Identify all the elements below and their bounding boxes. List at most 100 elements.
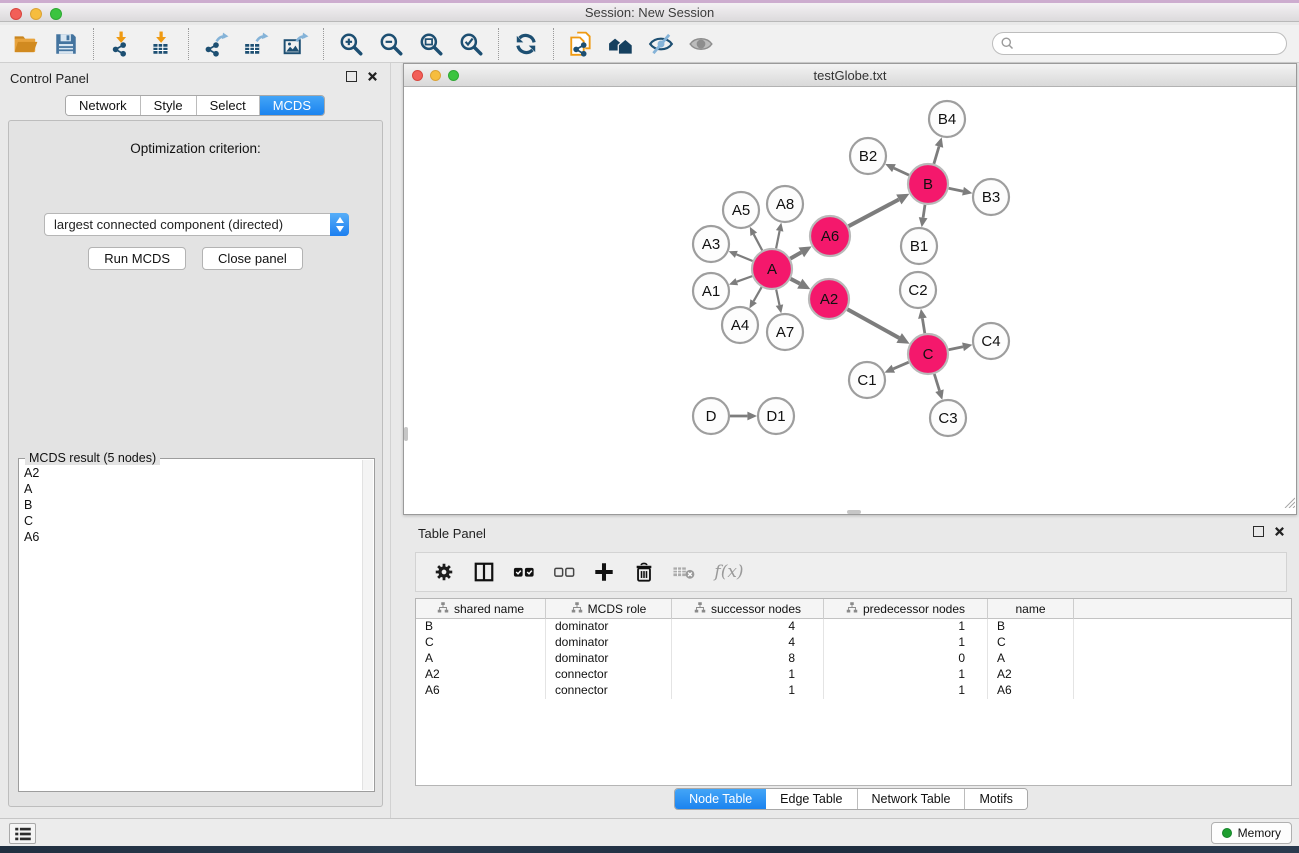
table-cell[interactable]: C <box>416 635 546 651</box>
tab-edge-table[interactable]: Edge Table <box>766 789 857 809</box>
table-row[interactable]: A2connector11A2 <box>416 667 1291 683</box>
table-cell[interactable]: 4 <box>672 635 824 651</box>
graph-edge-B-B4[interactable] <box>934 137 943 164</box>
table-cell[interactable]: 0 <box>824 651 988 667</box>
graph-node-A7[interactable]: A7 <box>767 314 803 350</box>
table-cell[interactable]: B <box>988 619 1074 635</box>
tab-node-table[interactable]: Node Table <box>675 789 766 809</box>
graph-edge-B-B1[interactable] <box>919 205 928 227</box>
graph-edge-C-C4[interactable] <box>949 343 973 352</box>
zoom-fit-icon[interactable] <box>411 28 451 60</box>
table-cell[interactable]: 4 <box>672 619 824 635</box>
table-row[interactable]: Cdominator41C <box>416 635 1291 651</box>
graph-edge-C-C2[interactable] <box>918 309 927 334</box>
table-cell[interactable]: 1 <box>672 667 824 683</box>
graph-node-A1[interactable]: A1 <box>693 273 729 309</box>
graph-edge-A-A8[interactable] <box>776 223 784 249</box>
task-history-button[interactable] <box>9 823 36 844</box>
graph-node-C[interactable]: C <box>908 334 948 374</box>
table-cell[interactable]: dominator <box>546 651 672 667</box>
network-canvas[interactable]: B4B2BB3A5A8A6A3B1AA1C2A2A4A7C4CC1C3DD1 <box>404 87 1296 514</box>
graph-node-A4[interactable]: A4 <box>722 307 758 343</box>
add-column-icon[interactable] <box>586 556 622 588</box>
table-cell[interactable]: connector <box>546 667 672 683</box>
graph-node-A8[interactable]: A8 <box>767 186 803 222</box>
resize-grip-icon[interactable] <box>1282 495 1295 513</box>
graph-edge-C-C3[interactable] <box>934 374 943 400</box>
export-image-icon[interactable] <box>276 28 316 60</box>
column-header-MCDS-role[interactable]: MCDS role <box>546 599 672 619</box>
search-input[interactable] <box>992 32 1287 55</box>
table-cell[interactable]: dominator <box>546 635 672 651</box>
graph-node-A5[interactable]: A5 <box>723 192 759 228</box>
graph-edge-A-A6[interactable] <box>790 246 811 258</box>
table-cell[interactable]: 1 <box>824 635 988 651</box>
column-header-name[interactable]: name <box>988 599 1074 619</box>
tab-style[interactable]: Style <box>141 96 197 115</box>
tab-motifs[interactable]: Motifs <box>965 789 1026 809</box>
graph-edge-A-A7[interactable] <box>776 290 784 314</box>
result-list-item[interactable]: A2 <box>20 465 362 481</box>
graph-node-A6[interactable]: A6 <box>810 216 850 256</box>
delete-column-icon[interactable] <box>626 556 662 588</box>
graph-edge-C-C1[interactable] <box>885 362 909 373</box>
tab-select[interactable]: Select <box>197 96 260 115</box>
graph-node-C1[interactable]: C1 <box>849 362 885 398</box>
table-cell[interactable]: B <box>416 619 546 635</box>
tab-network[interactable]: Network <box>66 96 141 115</box>
open-file-icon[interactable] <box>6 28 46 60</box>
split-panel-icon[interactable] <box>466 556 502 588</box>
export-network-icon[interactable] <box>196 28 236 60</box>
tab-network-table[interactable]: Network Table <box>858 789 966 809</box>
float-table-panel-icon[interactable] <box>1253 526 1264 537</box>
table-cell[interactable]: A6 <box>416 683 546 699</box>
horizontal-scroll-thumb[interactable] <box>847 510 861 514</box>
float-panel-icon[interactable] <box>346 71 357 82</box>
table-cell[interactable]: dominator <box>546 619 672 635</box>
graph-node-A3[interactable]: A3 <box>693 226 729 262</box>
zoom-selected-icon[interactable] <box>451 28 491 60</box>
result-list-item[interactable]: A <box>20 481 362 497</box>
import-table-icon[interactable] <box>141 28 181 60</box>
close-panel-icon[interactable] <box>367 71 378 82</box>
result-list-item[interactable]: B <box>20 497 362 513</box>
show-graphics-icon[interactable] <box>681 28 721 60</box>
table-cell[interactable]: A <box>416 651 546 667</box>
column-header-predecessor-nodes[interactable]: predecessor nodes <box>824 599 988 619</box>
table-cell[interactable]: 1 <box>824 619 988 635</box>
graph-node-A[interactable]: A <box>752 249 792 289</box>
result-list-item[interactable]: A6 <box>20 529 362 545</box>
graph-node-D1[interactable]: D1 <box>758 398 794 434</box>
table-cell[interactable]: 1 <box>672 683 824 699</box>
graph-node-B[interactable]: B <box>908 164 948 204</box>
result-scrollbar[interactable] <box>362 460 373 790</box>
table-cell[interactable]: C <box>988 635 1074 651</box>
copy-network-icon[interactable] <box>561 28 601 60</box>
deselect-all-icon[interactable] <box>546 556 582 588</box>
graph-edge-A-A1[interactable] <box>729 276 752 285</box>
home-icon[interactable] <box>601 28 641 60</box>
graph-node-A2[interactable]: A2 <box>809 279 849 319</box>
column-header-successor-nodes[interactable]: successor nodes <box>672 599 824 619</box>
zoom-in-icon[interactable] <box>331 28 371 60</box>
graph-node-D[interactable]: D <box>693 398 729 434</box>
hide-graphics-icon[interactable] <box>641 28 681 60</box>
graph-edge-A6-B[interactable] <box>849 194 910 226</box>
vertical-scroll-thumb[interactable] <box>404 427 408 441</box>
graph-edge-A-A5[interactable] <box>750 227 762 251</box>
graph-edge-A-A4[interactable] <box>749 287 761 308</box>
graph-node-B1[interactable]: B1 <box>901 228 937 264</box>
destroy-table-icon[interactable] <box>666 556 702 588</box>
criterion-dropdown[interactable]: largest connected component (directed) <box>44 213 349 236</box>
settings-gear-icon[interactable] <box>426 556 462 588</box>
zoom-out-icon[interactable] <box>371 28 411 60</box>
save-session-icon[interactable] <box>46 28 86 60</box>
graph-edge-A-A2[interactable] <box>791 279 811 290</box>
import-network-icon[interactable] <box>101 28 141 60</box>
select-all-icon[interactable] <box>506 556 542 588</box>
graph-edge-D-D1[interactable] <box>730 412 757 421</box>
graph-node-C3[interactable]: C3 <box>930 400 966 436</box>
close-table-panel-icon[interactable] <box>1274 526 1285 537</box>
table-cell[interactable]: 1 <box>824 683 988 699</box>
export-table-icon[interactable] <box>236 28 276 60</box>
